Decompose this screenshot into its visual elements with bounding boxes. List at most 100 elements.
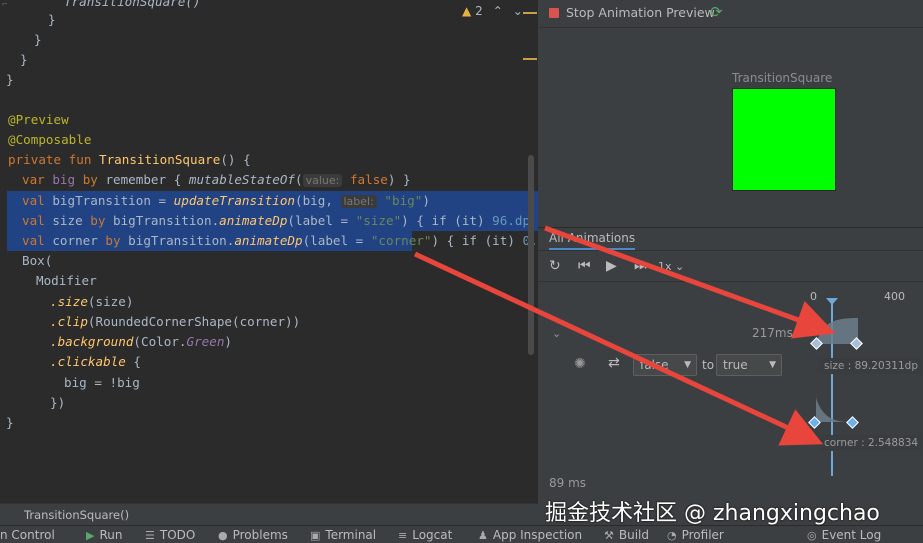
- tool-version-control[interactable]: n Control: [0, 528, 55, 542]
- tool-todo[interactable]: ☰ TODO: [145, 528, 195, 542]
- chevron-up-icon[interactable]: ⌃: [493, 4, 503, 18]
- code-text: big: [52, 172, 83, 187]
- code-text: Green: [186, 334, 225, 349]
- code-text: TransitionSquare(): [64, 0, 201, 9]
- code-text: {: [125, 354, 141, 369]
- code-text: () {: [220, 152, 251, 167]
- code-text: ) { if (it): [401, 213, 493, 228]
- preview-toolbar: Stop Animation Preview ⟳: [538, 0, 923, 28]
- state-to-select[interactable]: true ▼: [716, 354, 782, 376]
- code-text: bigTransition.: [128, 233, 235, 248]
- swap-states-icon[interactable]: ⇄: [608, 355, 620, 371]
- inspection-icon: ♟: [478, 528, 488, 542]
- warning-count[interactable]: ▲ 2: [462, 4, 483, 18]
- keyword: val: [22, 213, 53, 228]
- stop-icon[interactable]: [549, 8, 559, 18]
- code-line: val bigTransition = updateTransition(big…: [22, 191, 430, 211]
- breadcrumb-item[interactable]: TransitionSquare(): [24, 508, 129, 522]
- state-to-value: true: [723, 358, 748, 372]
- run-icon: ▶: [86, 528, 95, 542]
- playback-speed-selector[interactable]: 1x ⌄: [658, 260, 684, 273]
- code-line: private fun TransitionSquare() {: [8, 150, 251, 170]
- code-text: corner: [52, 233, 106, 248]
- tool-label: Profiler: [681, 528, 724, 542]
- code-line: .background(Color.Green): [50, 332, 232, 352]
- fold-icon[interactable]: ⌐: [2, 0, 10, 10]
- stop-animation-preview-button[interactable]: Stop Animation Preview: [566, 5, 715, 20]
- play-icon[interactable]: ▶: [606, 258, 617, 274]
- parameter-hint: label:: [340, 195, 377, 208]
- state-from-value: false: [640, 358, 669, 372]
- string-literal: "corner": [370, 233, 432, 248]
- code-text: }): [50, 395, 66, 410]
- code-text: bigTransition.: [113, 213, 220, 228]
- tool-terminal[interactable]: ▣ Terminal: [310, 528, 376, 542]
- function-call: animateDp: [234, 233, 303, 248]
- logcat-icon: ≡: [398, 528, 408, 542]
- code-line: }: [48, 10, 56, 30]
- code-line: }: [6, 413, 14, 433]
- tool-label: Terminal: [325, 528, 377, 542]
- keyword: val: [22, 193, 53, 208]
- code-line: TransitionSquare(): [64, 0, 200, 12]
- list-icon: ☰: [145, 528, 155, 542]
- tab-all-animations[interactable]: All Animations: [549, 231, 636, 250]
- warning-count-label: 2: [475, 4, 483, 18]
- tool-profiler[interactable]: ◔ Profiler: [667, 528, 724, 542]
- code-text: }: [6, 415, 14, 430]
- code-line: Box(: [22, 251, 52, 271]
- tool-label: Run: [99, 528, 123, 542]
- tool-event-log[interactable]: ◎ Event Log: [807, 528, 881, 542]
- function-call: updateTransition: [173, 193, 295, 208]
- tool-label: TODO: [159, 528, 196, 542]
- to-label: to: [702, 358, 715, 372]
- number-literal: 96.dp: [492, 213, 531, 228]
- code-text: }: [20, 52, 28, 67]
- code-text: mutableStateOf: [188, 172, 296, 187]
- function-call: animateDp: [219, 213, 288, 228]
- function-call: .background: [50, 334, 134, 349]
- tool-run[interactable]: ▶ Run: [86, 528, 122, 542]
- dropdown-arrow-icon: ▼: [769, 360, 776, 370]
- code-text: (: [295, 172, 303, 187]
- function-name: TransitionSquare: [99, 152, 221, 167]
- code-text: (RoundedCornerShape(corner)): [87, 314, 301, 329]
- skip-to-end-icon[interactable]: ⏭: [634, 258, 647, 274]
- tool-problems[interactable]: ● Problems: [218, 528, 288, 542]
- transition-square-preview[interactable]: [732, 88, 836, 191]
- vertical-scrollbar[interactable]: [528, 155, 534, 355]
- code-line: }: [34, 30, 42, 50]
- playback-controls: ↻ ⏮ ▶ ⏭ 1x ⌄: [538, 252, 923, 282]
- tool-logcat[interactable]: ≡ Logcat: [398, 528, 452, 542]
- breadcrumb[interactable]: TransitionSquare(): [0, 503, 538, 525]
- scroll-marker[interactable]: [523, 58, 537, 60]
- code-text: (big,: [295, 193, 341, 208]
- skip-to-start-icon[interactable]: ⏮: [578, 258, 591, 274]
- string-literal: "big": [384, 193, 423, 208]
- code-text: ): [224, 334, 232, 349]
- inspection-widget[interactable]: ▲ 2 ⌃ ⌄: [462, 4, 523, 18]
- parameter-hint: value:: [302, 174, 343, 187]
- collapse-chevron-icon[interactable]: ⌄: [552, 327, 561, 340]
- code-editor[interactable]: ⌐ TransitionSquare() } } } } @Preview @C…: [0, 0, 538, 503]
- tool-build[interactable]: ⚒ Build: [604, 528, 649, 542]
- timeline-ruler: 0 400: [538, 288, 923, 306]
- code-text: (size): [87, 294, 134, 309]
- scroll-marker[interactable]: [523, 12, 537, 14]
- chevron-down-icon[interactable]: ⌄: [513, 4, 523, 18]
- tool-app-inspection[interactable]: ♟ App Inspection: [478, 528, 582, 542]
- state-from-select[interactable]: false ▼: [633, 354, 697, 376]
- build-icon: ⚒: [604, 528, 614, 542]
- size-value-tooltip: size : 89.20311dp: [820, 358, 923, 374]
- code-text: Box(: [22, 253, 53, 268]
- code-text: (label =: [302, 233, 371, 248]
- code-text: ) }: [387, 172, 411, 187]
- code-text: big = !big: [64, 375, 140, 390]
- corner-value-tooltip: corner : 2.548834: [820, 435, 923, 451]
- refresh-icon[interactable]: ⟳: [710, 3, 723, 21]
- code-text: (label =: [287, 213, 356, 228]
- keyword: by: [90, 213, 114, 228]
- keyword: private fun: [8, 152, 99, 167]
- code-line: big = !big: [64, 373, 140, 393]
- replay-icon[interactable]: ↻: [549, 258, 561, 274]
